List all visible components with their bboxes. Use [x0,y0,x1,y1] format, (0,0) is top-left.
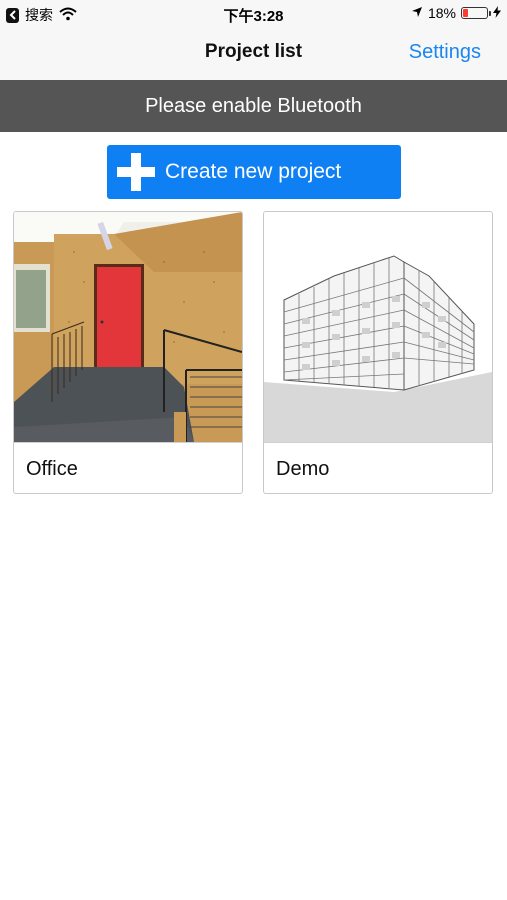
bluetooth-banner-text: Please enable Bluetooth [145,94,362,117]
building-sketch-thumbnail [264,212,492,443]
project-card-demo[interactable]: Demo [263,211,493,494]
bluetooth-banner[interactable]: Please enable Bluetooth [0,80,507,132]
project-name: Demo [276,458,330,480]
battery-icon [461,7,491,19]
project-name: Office [26,458,78,480]
charging-bolt-icon [493,5,501,21]
create-button-label: Create new project [165,160,342,183]
battery-percent: 18% [427,5,456,21]
location-arrow-icon [411,5,423,21]
project-card-office[interactable]: Office [13,211,243,494]
battery-level [463,9,468,17]
office-photo-thumbnail [14,212,242,443]
nav-bar: Project list Settings [0,28,507,80]
create-new-project-button[interactable]: Create new project [107,145,401,199]
settings-button[interactable]: Settings [409,41,481,64]
plus-icon [115,151,157,193]
status-bar: 搜索 下午3:28 18% [0,0,507,28]
